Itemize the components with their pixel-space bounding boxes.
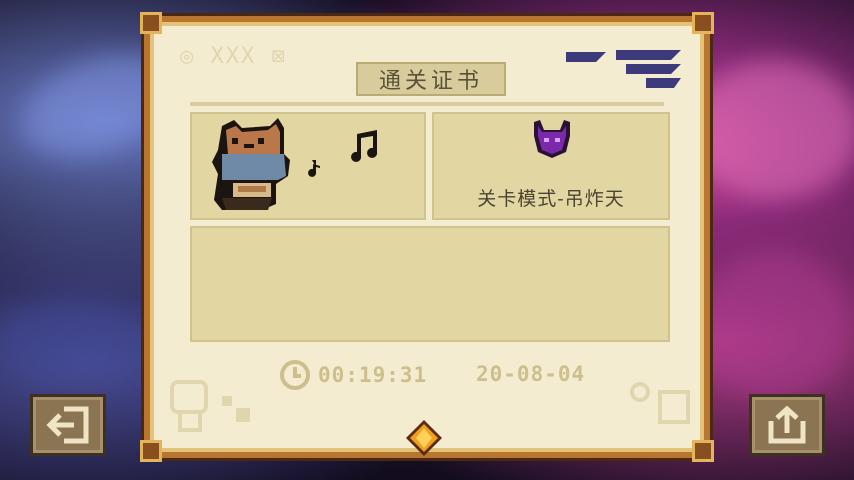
character-panel [190,112,426,220]
title-banner: 通关证书 [356,62,506,96]
clear-time: 00:19:31 [318,363,428,387]
corner-ornament [692,12,714,34]
music-notes-icon [308,130,378,177]
time-group: 00:19:31 [278,358,427,392]
pattern-decoration [630,382,690,424]
header-divider [190,102,664,106]
empty-panel [190,226,670,342]
exit-icon [46,406,89,444]
corner-ornament [692,440,714,462]
corner-ornament [140,12,162,34]
share-icon [768,405,806,444]
exit-button[interactable] [30,394,106,456]
flag-decoration [566,50,681,88]
certificate-title: 通关证书 [378,69,483,94]
corner-ornament [140,440,162,462]
orange-gem-icon [406,420,442,456]
mode-panel: 关卡模式-吊炸天 [432,112,670,220]
clock-icon [280,360,310,390]
share-button[interactable] [749,394,825,456]
pattern-decoration: ◎ XXX ⊠ [180,44,287,69]
clear-date: 20-08-04 [476,362,586,386]
mode-label: 关卡模式-吊炸天 [477,188,625,210]
demon-helmet-icon [534,120,570,158]
pattern-decoration [170,380,250,432]
certificate-card: ◎ XXX ⊠ 通关证书 关卡模式-吊炸天 00:19:31 20-08-04 [140,12,714,462]
